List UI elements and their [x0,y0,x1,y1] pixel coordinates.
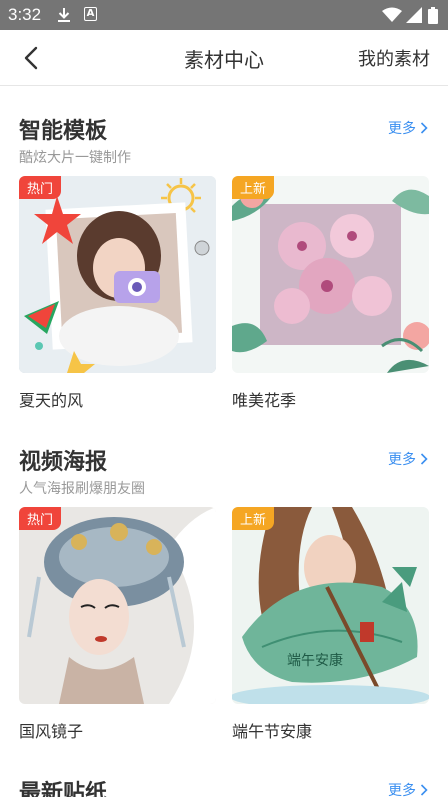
battery-icon [428,7,438,24]
poster-thumbnail: 端午安康 上新 [232,507,429,704]
a-icon: A [84,7,97,21]
section-subtitle: 酷炫大片一键制作 [19,150,131,166]
poster-label: 端午节安康 [232,722,313,741]
section-video-posters: 视频海报 人气海报刷爆朋友圈 更多 热门 国风镜子 端午安康 上新 端午节安康 [0,418,448,759]
hot-badge: 热门 [19,507,62,530]
app-header: 素材中心 我的素材 [0,30,448,86]
chevron-right-icon [420,122,428,134]
more-label: 更多 [388,121,416,137]
template-label: 唯美花季 [232,391,297,410]
section-title: 最新贴纸 [19,781,108,797]
template-card-beautiful-flowers[interactable]: 上新 唯美花季 [232,176,429,411]
opera-photo-image [19,507,216,704]
section-subtitle: 人气海报刷爆朋友圈 [19,481,145,497]
chevron-right-icon [420,784,428,796]
more-link[interactable]: 更多 [388,780,428,797]
section-title: 智能模板 [19,119,108,144]
poster-card-national-mirror[interactable]: 热门 国风镜子 [19,507,216,742]
section-title: 视频海报 [19,450,108,475]
section-latest-stickers: 最新贴纸 更多 [0,749,448,797]
template-label: 夏天的风 [19,391,84,410]
template-thumbnail: 热门 [19,176,216,373]
template-card-summer-wind[interactable]: 热门 夏天的风 [19,176,216,411]
svg-text:端午安康: 端午安康 [287,652,343,669]
status-bar: 3:32 A [0,0,448,30]
more-link[interactable]: 更多 [388,118,428,138]
poster-label: 国风镜子 [19,722,84,741]
chevron-right-icon [420,453,428,465]
cell-signal-icon [406,7,422,23]
summer-photo-image [19,176,216,373]
poster-card-dragon-boat[interactable]: 端午安康 上新 端午节安康 [232,507,429,742]
my-materials-link[interactable]: 我的素材 [358,45,430,71]
download-icon [58,8,70,22]
dragon-boat-photo-image: 端午安康 [232,507,429,704]
more-label: 更多 [388,783,416,797]
template-thumbnail: 上新 [232,176,429,373]
flower-photo-image [232,176,429,373]
status-time: 3:32 [8,5,42,24]
section-smart-templates: 智能模板 酷炫大片一键制作 更多 热门 夏天的风 上新 唯美花季 [0,87,448,428]
new-badge: 上新 [232,507,275,530]
wifi-icon [382,7,402,22]
hot-badge: 热门 [19,176,62,199]
poster-thumbnail: 热门 [19,507,216,704]
more-link[interactable]: 更多 [388,449,428,469]
more-label: 更多 [388,452,416,468]
new-badge: 上新 [232,176,275,199]
